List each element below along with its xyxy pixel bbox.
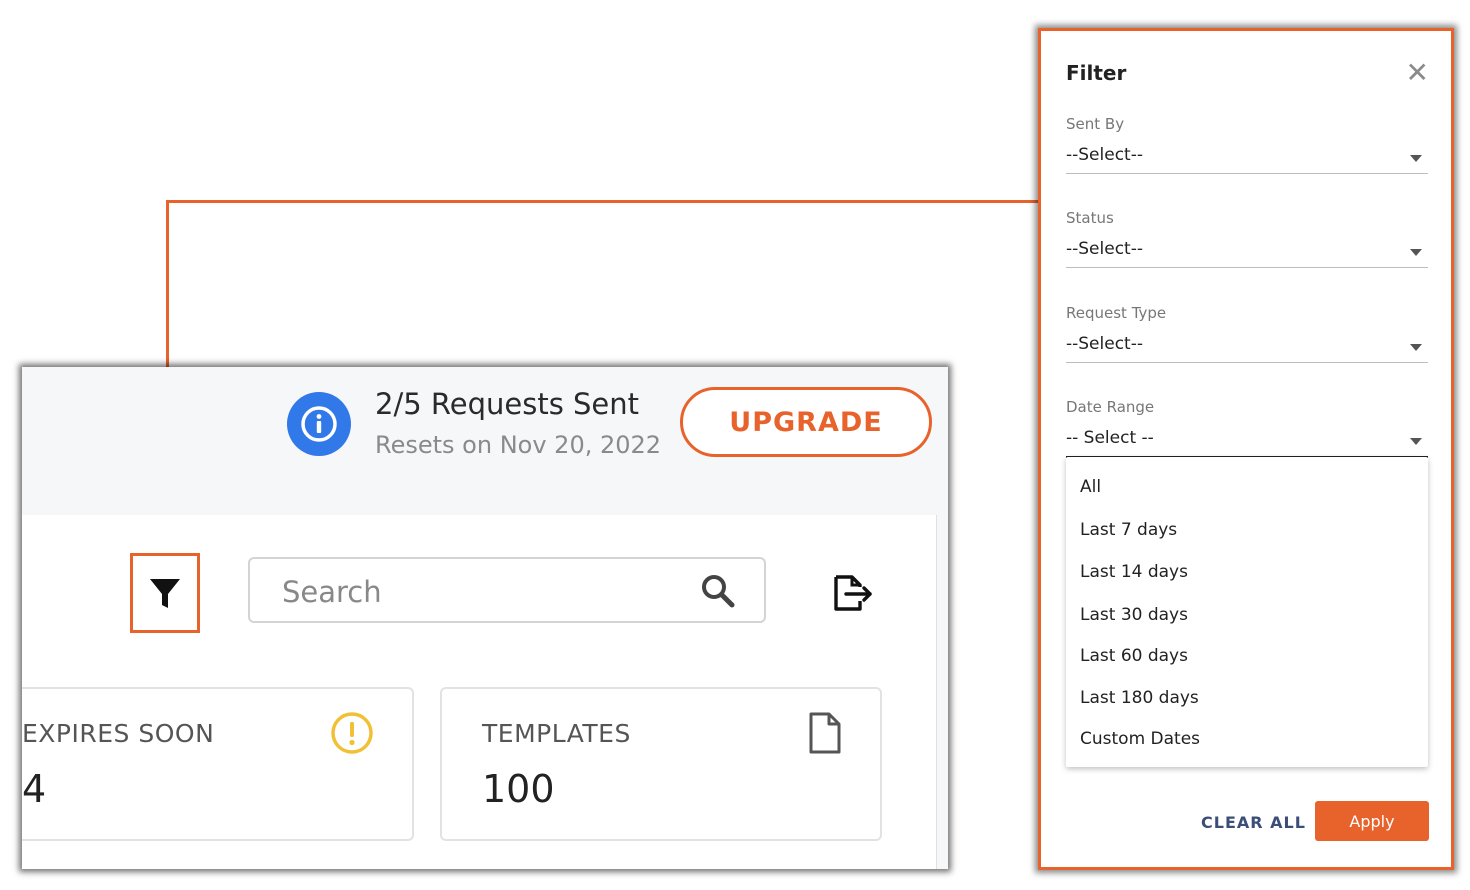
date-option-last-30-days[interactable]: Last 30 days (1080, 605, 1188, 625)
card-value: 4 (22, 767, 47, 811)
date-option-last-7-days[interactable]: Last 7 days (1080, 520, 1177, 540)
status-select[interactable]: --Select-- (1066, 235, 1428, 268)
info-icon (287, 392, 351, 456)
filter-panel-title: Filter (1066, 61, 1127, 85)
caret-down-icon (1410, 249, 1422, 256)
sent-by-field: Sent By --Select-- (1066, 115, 1428, 174)
field-label: Request Type (1066, 304, 1167, 322)
clear-all-button[interactable]: CLEAR ALL (1201, 813, 1306, 832)
card-value: 100 (482, 767, 555, 811)
date-option-all[interactable]: All (1080, 477, 1101, 497)
date-option-last-60-days[interactable]: Last 60 days (1080, 646, 1188, 666)
request-type-field: Request Type --Select-- (1066, 304, 1428, 363)
callout-line-horizontal (166, 200, 1040, 203)
filter-icon (150, 579, 180, 608)
caret-down-icon (1410, 344, 1422, 351)
caret-down-icon (1410, 155, 1422, 162)
caret-down-icon (1410, 438, 1422, 445)
field-label: Date Range (1066, 398, 1155, 416)
document-icon (809, 712, 841, 754)
content-panel: EXPIRES SOON 4 TEMPLATES 100 (22, 515, 937, 869)
select-value: --Select-- (1066, 145, 1143, 165)
date-range-select[interactable]: -- Select -- (1066, 424, 1428, 458)
expires-soon-card[interactable]: EXPIRES SOON 4 (22, 687, 414, 841)
field-label: Sent By (1066, 115, 1125, 133)
sent-by-select[interactable]: --Select-- (1066, 141, 1428, 174)
templates-card[interactable]: TEMPLATES 100 (440, 687, 882, 841)
close-icon[interactable]: ✕ (1406, 59, 1429, 87)
apply-button[interactable]: Apply (1315, 801, 1429, 841)
requests-sent-count: 2/5 Requests Sent (375, 387, 640, 421)
top-bar: 2/5 Requests Sent Resets on Nov 20, 2022… (22, 367, 948, 515)
date-range-field: Date Range -- Select -- (1066, 398, 1428, 458)
search-input[interactable] (280, 569, 684, 615)
filter-panel: Filter ✕ Sent By --Select-- Status --Sel… (1038, 28, 1454, 870)
request-type-select[interactable]: --Select-- (1066, 330, 1428, 363)
warning-icon (331, 712, 373, 754)
upgrade-button[interactable]: UPGRADE (680, 387, 932, 457)
status-field: Status --Select-- (1066, 209, 1428, 268)
card-label: TEMPLATES (482, 719, 631, 748)
card-label: EXPIRES SOON (22, 719, 215, 748)
date-option-last-14-days[interactable]: Last 14 days (1080, 562, 1188, 582)
field-label: Status (1066, 209, 1114, 227)
export-icon[interactable] (832, 573, 876, 613)
requests-reset-date: Resets on Nov 20, 2022 (375, 431, 662, 459)
select-value: -- Select -- (1066, 428, 1154, 448)
date-option-custom-dates[interactable]: Custom Dates (1080, 729, 1200, 749)
select-value: --Select-- (1066, 334, 1143, 354)
date-option-last-180-days[interactable]: Last 180 days (1080, 688, 1199, 708)
search-icon[interactable] (700, 573, 736, 609)
filter-button[interactable] (130, 553, 200, 633)
date-range-dropdown: All Last 7 days Last 14 days Last 30 day… (1066, 457, 1428, 767)
app-screenshot-crop: 2/5 Requests Sent Resets on Nov 20, 2022… (22, 367, 948, 869)
search-field[interactable] (248, 557, 766, 623)
select-value: --Select-- (1066, 239, 1143, 259)
